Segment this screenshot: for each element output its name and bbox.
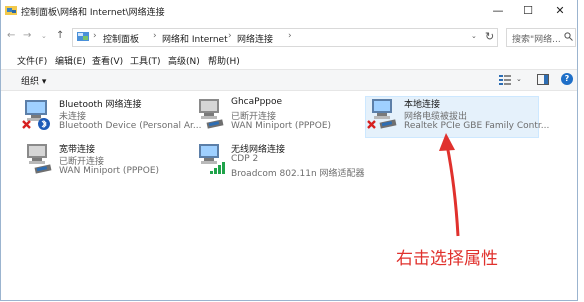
maximize-button[interactable]: ☐	[513, 0, 543, 22]
breadcrumb-network-internet[interactable]: 网络和 Internet	[162, 32, 228, 45]
wireless-network-icon	[199, 144, 225, 174]
preview-pane-icon[interactable]	[537, 74, 549, 85]
broadband-network-icon	[27, 144, 52, 174]
connection-bluetooth[interactable]: Bluetooth 网络连接 未连接 Bluetooth Device (Per…	[21, 97, 201, 137]
connection-device: Broadcom 802.11n 网络适配器	[231, 169, 365, 179]
connection-device: Realtek PCIe GBE Family Contr...	[404, 121, 550, 131]
breadcrumb-separator: ›	[153, 31, 157, 41]
refresh-button[interactable]: ↻	[485, 30, 494, 43]
connection-ghcapppoe[interactable]: GhcaPppoe 已断开连接 WAN Miniport (PPPOE)	[193, 97, 365, 137]
menu-help[interactable]: 帮助(H)	[208, 54, 240, 67]
breadcrumb-network-connections[interactable]: 网络连接	[237, 32, 273, 45]
connection-wireless[interactable]: 无线网络连接 CDP 2 Broadcom 802.11n 网络适配器	[193, 142, 365, 182]
connection-local-area[interactable]: 本地连接 网络电缆被拔出 Realtek PCIe GBE Family Con…	[365, 96, 549, 138]
breadcrumb-separator: ›	[288, 31, 292, 41]
bluetooth-network-icon	[22, 100, 50, 130]
menu-file[interactable]: 文件(F)	[17, 54, 47, 67]
close-button[interactable]: ✕	[545, 0, 575, 22]
command-toolbar: 组织 ▾ ⌄ ?	[1, 69, 577, 91]
back-button[interactable]: ←	[7, 30, 15, 41]
change-view-icon[interactable]	[499, 74, 511, 85]
menu-advanced[interactable]: 高级(N)	[168, 54, 200, 67]
menu-edit[interactable]: 编辑(E)	[55, 54, 86, 67]
connection-status: CDP 2	[231, 154, 259, 164]
search-icon	[564, 32, 573, 41]
title-bar: 控制面板\网络和 Internet\网络连接 — ☐ ✕	[1, 0, 577, 22]
search-input[interactable]: 搜索"网络...	[512, 32, 561, 45]
breadcrumb-separator: ›	[93, 31, 97, 41]
ethernet-unplugged-icon	[367, 99, 397, 129]
address-bar-row: ← → ⌄ ↑ › 控制面板 › 网络和 Internet › 网络连接 › ⌄…	[1, 24, 577, 50]
address-history-dropdown[interactable]: ⌄	[471, 32, 477, 40]
organize-button[interactable]: 组织 ▾	[21, 74, 46, 87]
forward-button[interactable]: →	[23, 30, 31, 41]
view-options-dropdown[interactable]: ⌄	[516, 75, 522, 83]
up-button[interactable]: ↑	[56, 30, 64, 41]
search-box[interactable]: 搜索"网络...	[506, 28, 576, 47]
broadband-network-icon	[199, 99, 224, 129]
connection-device: WAN Miniport (PPPOE)	[59, 166, 160, 176]
annotation-text: 右击选择属性	[396, 249, 498, 269]
breadcrumb-control-panel[interactable]: 控制面板	[103, 32, 139, 45]
help-icon[interactable]: ?	[561, 73, 573, 85]
breadcrumb-separator: ›	[228, 31, 232, 41]
address-bar[interactable]: › 控制面板 › 网络和 Internet › 网络连接 › ⌄ ↻	[72, 28, 498, 47]
connection-device: WAN Miniport (PPPOE)	[231, 121, 332, 131]
window-title: 控制面板\网络和 Internet\网络连接	[21, 8, 165, 18]
menu-tools[interactable]: 工具(T)	[130, 54, 161, 67]
connection-device: Bluetooth Device (Personal Ar...	[59, 121, 202, 131]
network-folder-icon	[5, 6, 17, 15]
connection-name: GhcaPppoe	[231, 97, 283, 107]
menu-view[interactable]: 查看(V)	[92, 54, 123, 67]
minimize-button[interactable]: —	[483, 0, 513, 22]
menu-bar: 文件(F) 编辑(E) 查看(V) 工具(T) 高级(N) 帮助(H)	[1, 52, 577, 68]
connection-broadband[interactable]: 宽带连接 已断开连接 WAN Miniport (PPPOE)	[21, 142, 193, 182]
control-panel-icon	[77, 32, 89, 41]
recent-locations-dropdown[interactable]: ⌄	[41, 32, 47, 40]
